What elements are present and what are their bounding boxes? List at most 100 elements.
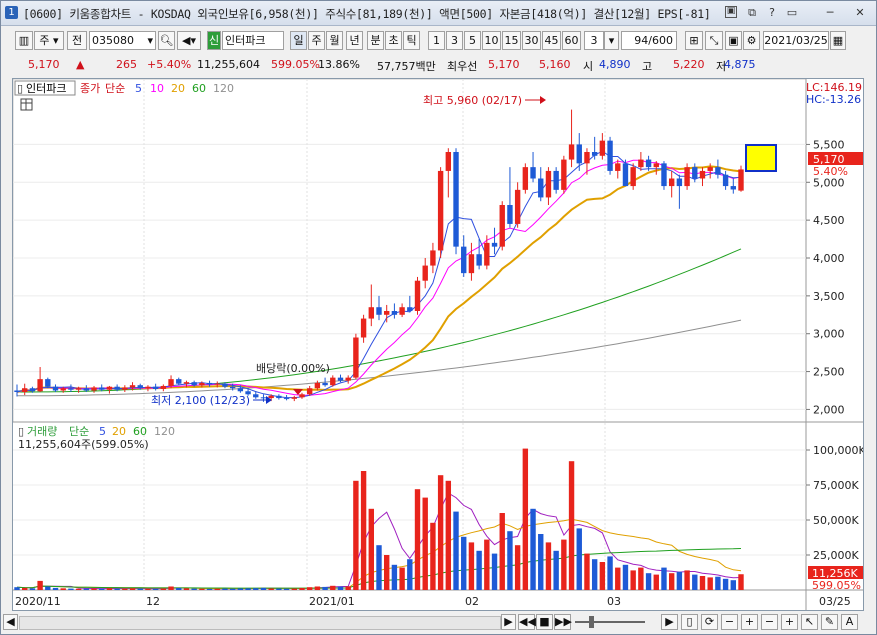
minute-15[interactable]: 15 (502, 31, 521, 50)
chart-menu-icon[interactable]: ▥ (15, 31, 33, 50)
trade-amount: 57,757백만 (377, 60, 436, 73)
candle-body (83, 388, 90, 391)
candle-body (368, 307, 374, 319)
volume-bar (553, 550, 559, 590)
volume-bar (268, 588, 274, 590)
minute-3[interactable]: 3 (446, 31, 463, 50)
pointer-icon[interactable]: ↖ (801, 614, 818, 630)
custom-period-input[interactable]: 3 (584, 31, 604, 50)
volume-bar (561, 539, 567, 590)
close-icon[interactable]: ✕ (853, 6, 867, 20)
period-second[interactable]: 초 (385, 31, 402, 50)
data-count-input[interactable]: 94/600 (621, 31, 677, 50)
rewind-icon[interactable]: ◀◀ (518, 614, 536, 630)
volume-bar (283, 588, 290, 590)
zoom-in-icon[interactable]: + (741, 614, 758, 630)
scroll-right-icon[interactable]: ▶ (501, 614, 516, 630)
period-month[interactable]: 월 (326, 31, 343, 50)
zoom-icon[interactable]: ⤡ (705, 31, 723, 50)
candle-body (283, 398, 290, 400)
scroll-track[interactable] (19, 616, 501, 630)
volume-bar (22, 587, 28, 590)
draw-icon[interactable]: ✎ (821, 614, 838, 630)
volume-bar (114, 588, 120, 590)
zoom-slider[interactable] (575, 621, 645, 623)
volume-bar (699, 576, 706, 590)
candle-body (437, 170, 444, 251)
step-back-icon[interactable]: ▶ (661, 614, 678, 630)
period-minute[interactable]: 분 (367, 31, 384, 50)
status-bar: ◀ ▶ ◀◀ ■ ▶▶ ▶ ▯ ⟳ − + − + ↖ ✎ A (1, 612, 876, 634)
vol-legend-ma20: 20 (112, 425, 126, 438)
minute-45[interactable]: 45 (542, 31, 561, 50)
candle-body (353, 337, 359, 378)
volume-bar (214, 588, 220, 590)
scroll-left-icon[interactable]: ◀ (3, 614, 18, 630)
period-year[interactable]: 년 (346, 31, 363, 50)
sound-icon[interactable]: ◀▾ (177, 31, 201, 50)
volume-bar (253, 588, 259, 590)
date-tick-label: 03 (607, 595, 621, 608)
volume-bar (291, 588, 297, 590)
volume-bar (199, 588, 205, 590)
gear-icon[interactable]: ⚙ (743, 31, 760, 50)
minute-10[interactable]: 10 (482, 31, 501, 50)
chart-area[interactable]: 인터파크 ▯ 종가 단순 5 10 20 60 120 LC:146.19 HC… (12, 78, 864, 611)
low-price: 4,875 (724, 58, 756, 71)
show-icon[interactable]: + (781, 614, 798, 630)
window-copy-icon[interactable]: ⧉ (745, 6, 759, 20)
calendar-icon[interactable]: ▦ (830, 31, 846, 50)
price-pane (13, 79, 807, 423)
volume-bar (430, 522, 436, 590)
candle-body (622, 163, 629, 187)
mode-select-1-label: 주 (39, 34, 50, 47)
candle-body (399, 307, 405, 315)
candle-body (445, 152, 452, 171)
period-tick[interactable]: 틱 (403, 31, 420, 50)
candle-body (75, 388, 82, 390)
play-icon[interactable]: ▶▶ (554, 614, 572, 630)
mode-select-1[interactable]: 주 ▾ (34, 31, 64, 50)
zoom-slider-thumb[interactable] (589, 616, 594, 628)
spin-chevron-icon[interactable]: ▾ (604, 31, 619, 50)
minimize-icon[interactable]: ─ (823, 6, 837, 20)
price-change: 265 (116, 58, 137, 71)
candle-body (29, 388, 36, 392)
stock-code-input[interactable]: 035080 ▾ (89, 31, 156, 50)
volume-bar (538, 534, 544, 590)
minute-5[interactable]: 5 (464, 31, 481, 50)
period-day[interactable]: 일 (290, 31, 307, 50)
volume-bar (260, 587, 267, 590)
candle-body (237, 388, 244, 392)
view-icon[interactable]: ▯ (681, 614, 698, 630)
hide-icon[interactable]: − (761, 614, 778, 630)
zoom-out-icon[interactable]: − (721, 614, 738, 630)
volume-bar (499, 513, 505, 590)
help-icon[interactable]: ? (765, 6, 779, 20)
save-icon[interactable]: ▣ (725, 31, 742, 50)
minute-30[interactable]: 30 (522, 31, 541, 50)
refresh-icon[interactable]: ⟳ (701, 614, 718, 630)
maximize-icon[interactable]: ▭ (785, 6, 799, 20)
candle-body (337, 377, 344, 381)
candle-body (576, 144, 582, 164)
stop-icon[interactable]: ■ (536, 614, 553, 630)
best-ask: 5,170 (488, 58, 520, 71)
restore-layout-icon[interactable]: ▣ (725, 6, 737, 18)
volume-bar (568, 461, 575, 590)
minute-1[interactable]: 1 (428, 31, 445, 50)
candlestick-chart[interactable]: 인터파크 ▯ 종가 단순 5 10 20 60 120 LC:146.19 HC… (13, 79, 863, 610)
minute-60[interactable]: 60 (562, 31, 581, 50)
candle-body (199, 382, 205, 386)
text-tool-icon[interactable]: A (841, 614, 858, 630)
volume-ratio: 599.05% (271, 58, 320, 71)
legend-ma10: 10 (150, 82, 164, 95)
period-week[interactable]: 주 (308, 31, 325, 50)
indicator-icon[interactable]: ⊞ (685, 31, 703, 50)
date-input[interactable]: 2021/03/25 (763, 31, 829, 50)
search-icon[interactable]: 🔍︎ (158, 31, 175, 50)
high-annotation: 최고 5,960 (02/17) (423, 94, 522, 107)
toolbar: ▥ 주 ▾ 전 035080 ▾ 🔍︎ ◀▾ 신 인터파크 일 주 월 년 분 초… (1, 29, 876, 53)
mode-select-2[interactable]: 전 (67, 31, 87, 50)
candle-body (522, 167, 529, 190)
